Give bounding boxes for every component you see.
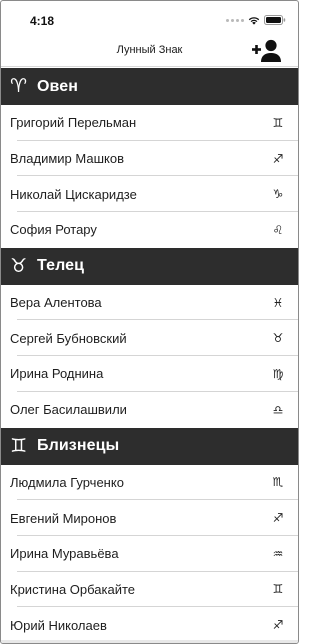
wifi-icon (248, 16, 260, 25)
list-item[interactable]: Ирина Роднина ♍ (1, 356, 298, 392)
status-bar: 4:18 (1, 1, 298, 35)
person-name: София Ротару (10, 222, 97, 238)
moon-sign-icon: ♍ (272, 366, 284, 381)
section-header: ♈ Овен (1, 68, 298, 105)
section-group: ♉ Телец Вера Алентова ♓ Сергей Бубновский ♉ Ир… (1, 247, 298, 428)
person-name: Николай Цискаридзе (10, 186, 137, 202)
cellular-signal-icon (226, 18, 244, 22)
moon-sign-icon: ♑ (272, 187, 284, 202)
battery-icon (264, 15, 286, 25)
moon-sign-icon: ♊ (272, 582, 284, 597)
zodiac-sign-icon: ♊ (10, 434, 28, 457)
list-item[interactable]: Юрий Николаев ♐ (1, 607, 298, 643)
moon-sign-icon: ♐ (272, 151, 284, 166)
person-name: Владимир Машков (10, 151, 124, 167)
list-item[interactable]: Олег Басилашвили ♎ (1, 392, 298, 428)
moon-sign-icon: ♌ (272, 222, 284, 237)
person-name: Людмила Гурченко (10, 474, 124, 490)
add-user-icon (252, 39, 281, 62)
navigation-bar: Лунный Знак (1, 35, 298, 67)
section-group: ♊ Близнецы Людмила Гурченко ♏ Евгений Мироно… (1, 427, 298, 643)
moon-sign-icon: ♏ (272, 475, 284, 490)
zodiac-sign-icon: ♈ (10, 75, 28, 97)
moon-sign-icon: ♐ (272, 618, 284, 633)
person-name: Ирина Роднина (10, 366, 104, 382)
list-item[interactable]: Николай Цискаридзе ♑ (1, 176, 298, 213)
list-item[interactable]: Григорий Перельман ♊ (1, 105, 298, 141)
status-time: 4:18 (30, 14, 55, 28)
moon-sign-icon: ♐ (272, 511, 284, 526)
add-user-button[interactable] (250, 37, 284, 65)
section-title: Овен (37, 77, 79, 95)
zodiac-sign-icon: ♉ (10, 254, 28, 277)
moon-sign-icon: ♊ (272, 115, 284, 130)
list-item[interactable]: Евгений Миронов ♐ (1, 500, 298, 536)
list-item[interactable]: Вера Алентова ♓ (1, 285, 298, 321)
person-name: Кристина Орбакайте (10, 581, 136, 597)
moon-sign-icon: ♎ (272, 402, 284, 417)
person-name: Вера Алентова (10, 295, 102, 311)
moon-sign-icon: ♒ (272, 546, 284, 561)
section-group: ♈ Овен Григорий Перельман ♊ Владимир Машков ♐… (1, 68, 298, 248)
moon-sign-icon: ♓ (272, 295, 284, 310)
list-item[interactable]: Людмила Гурченко ♏ (1, 465, 298, 501)
person-name: Юрий Николаев (10, 617, 107, 633)
list-item[interactable]: София Ротару ♌ (1, 212, 298, 248)
person-name: Олег Басилашвили (10, 402, 127, 418)
section-title: Телец (37, 257, 85, 275)
celebrity-list: ♈ Овен Григорий Перельман ♊ Владимир Машков ♐… (1, 68, 298, 643)
section-rows: Вера Алентова ♓ Сергей Бубновский ♉ Ирина Ро… (1, 285, 298, 428)
list-item[interactable]: Владимир Машков ♐ (1, 141, 298, 177)
phone-screen: 4:18 Лунный Знак ♈ Овен Григорий Перельм… (0, 0, 299, 644)
section-header: ♉ Телец (1, 247, 298, 285)
person-name: Ирина Муравьёва (10, 546, 119, 562)
home-indicator-area (1, 640, 298, 643)
person-name: Григорий Перельман (10, 115, 137, 131)
section-title: Близнецы (37, 437, 120, 454)
list-item[interactable]: Ирина Муравьёва ♒ (1, 536, 298, 572)
list-item[interactable]: Сергей Бубновский ♉ (1, 320, 298, 357)
status-icons (226, 15, 286, 25)
section-rows: Людмила Гурченко ♏ Евгений Миронов ♐ Ирина М… (1, 465, 298, 643)
moon-sign-icon: ♉ (272, 331, 284, 346)
section-header: ♊ Близнецы (1, 427, 298, 465)
list-item[interactable]: Кристина Орбакайте ♊ (1, 572, 298, 608)
person-name: Сергей Бубновский (10, 330, 127, 346)
section-rows: Григорий Перельман ♊ Владимир Машков ♐ Никол… (1, 105, 298, 248)
person-name: Евгений Миронов (10, 510, 117, 526)
